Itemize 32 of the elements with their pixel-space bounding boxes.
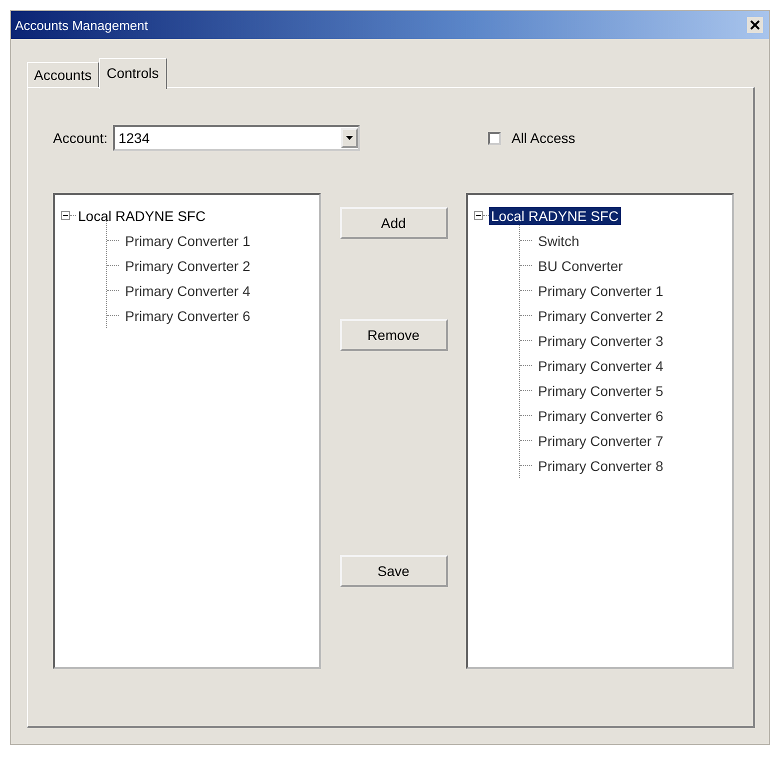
caret-icon — [346, 136, 354, 140]
push-button[interactable]: Add — [340, 207, 448, 239]
account-label: Account: — [53, 130, 108, 146]
checkbox-label: All Access — [511, 130, 576, 146]
collapse-icon[interactable] — [61, 211, 70, 220]
tab[interactable]: Controls — [98, 58, 167, 89]
tree-item[interactable]: Local RADYNE SFC — [76, 206, 208, 224]
tree-item[interactable]: Primary Converter 1 — [119, 232, 252, 250]
tree-item[interactable]: Primary Converter 8 — [532, 456, 666, 474]
tree-item[interactable]: Primary Converter 6 — [532, 406, 666, 424]
close-button[interactable] — [747, 17, 763, 33]
account-dropdown[interactable]: 1234 — [113, 125, 360, 151]
tree-item[interactable]: Primary Converter 1 — [532, 282, 666, 300]
checkbox[interactable] — [488, 132, 502, 144]
tree-item[interactable]: Primary Converter 5 — [532, 382, 666, 400]
tree-item[interactable]: Primary Converter 2 — [532, 306, 666, 324]
close-icon — [750, 20, 760, 30]
tree-item[interactable]: Switch — [532, 232, 582, 250]
push-button[interactable]: Remove — [340, 319, 448, 351]
tree-item[interactable]: Local RADYNE SFC — [489, 206, 621, 224]
tree-item[interactable]: Primary Converter 4 — [119, 282, 252, 300]
tab[interactable]: Accounts — [27, 62, 99, 87]
tree-item[interactable]: Primary Converter 7 — [532, 432, 666, 450]
push-button[interactable]: Save — [340, 555, 448, 587]
dropdown-button[interactable] — [341, 128, 358, 148]
tree-item[interactable]: Primary Converter 3 — [532, 332, 666, 350]
tree-item[interactable]: Primary Converter 4 — [532, 356, 666, 374]
tree-item[interactable]: Primary Converter 2 — [119, 256, 252, 274]
window-title: Accounts Management — [15, 18, 148, 32]
tree-item[interactable]: BU Converter — [532, 256, 625, 274]
tree-item[interactable]: Primary Converter 6 — [119, 306, 252, 324]
collapse-icon[interactable] — [474, 211, 483, 220]
